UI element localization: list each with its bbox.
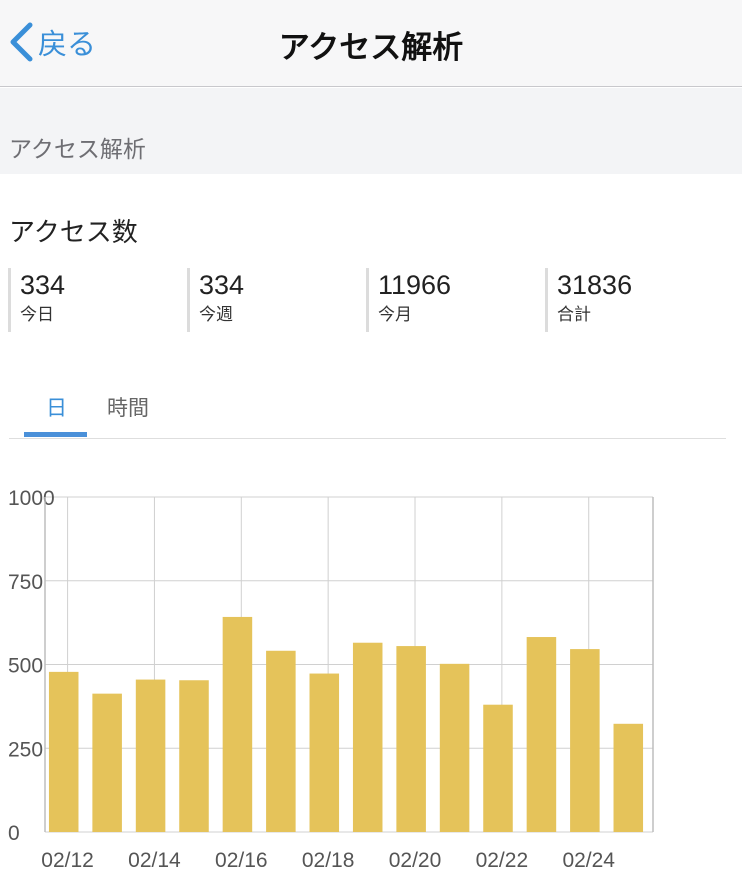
tab-divider (9, 438, 726, 439)
bar (92, 693, 122, 832)
stat-month-value: 11966 (378, 270, 452, 300)
x-tick-label: 02/24 (562, 849, 615, 872)
tab-day[interactable]: 日 (46, 392, 67, 422)
stat-total-value: 31836 (557, 270, 633, 300)
bar (222, 616, 253, 832)
bar (135, 679, 166, 832)
bar (483, 704, 513, 832)
y-tick-label: 250 (8, 738, 43, 761)
y-tick-label: 1000 (8, 487, 55, 510)
stat-month: 11966 今月 (366, 268, 451, 332)
access-count-title: アクセス数 (9, 218, 138, 248)
page-title: アクセス解析 (278, 30, 464, 66)
stat-today-value: 334 (20, 270, 66, 300)
x-tick-label: 02/18 (302, 849, 355, 872)
tab-hour[interactable]: 時間 (107, 392, 149, 422)
stat-today: 334 今日 (8, 268, 65, 332)
bar (266, 650, 296, 832)
stat-month-label: 今月 (378, 305, 412, 325)
y-tick-label: 750 (8, 571, 43, 594)
x-tick-label: 02/20 (389, 849, 442, 872)
stat-total: 31836 合計 (545, 268, 632, 332)
x-tick-label: 02/22 (476, 849, 529, 872)
stat-today-label: 今日 (20, 305, 54, 325)
bar (613, 723, 644, 832)
y-tick-label: 500 (8, 655, 43, 678)
access-bar-chart: 0 250 500 750 1000 02/12 02/14 02/16 02/18 02/20 0… (8, 487, 654, 872)
section-title: アクセス解析 (9, 137, 146, 163)
navigation-bar: 戻る アクセス解析 (0, 0, 742, 87)
bar (352, 642, 383, 832)
bar (179, 680, 209, 832)
bar (570, 649, 600, 832)
x-tick-label: 02/12 (41, 849, 94, 872)
bar (48, 671, 79, 832)
bar (396, 646, 426, 832)
stat-week-label: 今週 (199, 305, 233, 325)
x-tick-label: 02/14 (128, 849, 181, 872)
stat-week: 334 今週 (187, 268, 244, 332)
stat-week-value: 334 (199, 270, 245, 300)
x-tick-label: 02/16 (215, 849, 268, 872)
y-tick-label: 0 (8, 822, 20, 845)
bar (526, 637, 557, 832)
bar (309, 673, 340, 832)
bar (439, 663, 470, 832)
stat-total-label: 合計 (557, 305, 591, 325)
tab-active-indicator (24, 432, 87, 437)
